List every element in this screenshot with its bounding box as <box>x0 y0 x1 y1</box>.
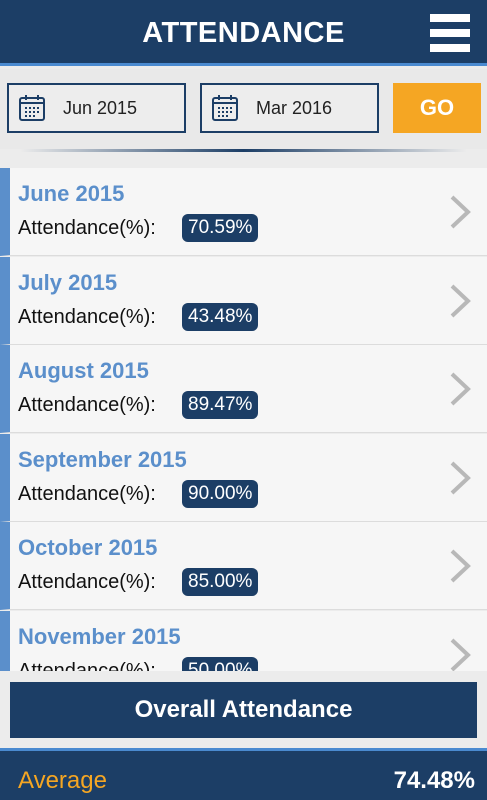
attendance-label: Attendance(%): <box>18 571 156 593</box>
attendance-label: Attendance(%): <box>18 483 156 505</box>
chevron-right-icon <box>450 461 471 495</box>
chevron-right-icon <box>450 372 471 406</box>
calendar-icon <box>212 95 238 121</box>
list-item[interactable]: September 2015 Attendance(%): 90.00% <box>0 434 487 522</box>
to-date-picker[interactable]: Mar 2016 <box>200 83 379 133</box>
attendance-list[interactable]: June 2015 Attendance(%): 70.59% July 201… <box>0 168 487 671</box>
month-label: October 2015 <box>18 535 158 560</box>
attendance-badge: 85.00% <box>182 568 259 596</box>
attendance-badge: 89.47% <box>182 391 259 419</box>
list-item[interactable]: June 2015 Attendance(%): 70.59% <box>0 168 487 256</box>
month-label: November 2015 <box>18 624 181 649</box>
attendance-badge: 43.48% <box>182 303 259 331</box>
app-header: ATTENDANCE <box>0 0 487 66</box>
attendance-label: Attendance(%): <box>18 217 156 239</box>
attendance-label: Attendance(%): <box>18 660 156 671</box>
average-value: 74.48% <box>393 767 475 794</box>
month-label: June 2015 <box>18 181 125 206</box>
average-footer: Average 74.48% <box>0 748 487 800</box>
list-item[interactable]: July 2015 Attendance(%): 43.48% <box>0 257 487 345</box>
divider <box>20 149 467 152</box>
list-item[interactable]: August 2015 Attendance(%): 89.47% <box>0 345 487 433</box>
attendance-label: Attendance(%): <box>18 394 156 416</box>
date-filter-bar: Jun 2015 Mar 2016 GO <box>0 69 487 149</box>
chevron-right-icon <box>450 638 471 671</box>
list-item[interactable]: November 2015 Attendance(%): 50.00% <box>0 611 487 671</box>
list-item[interactable]: October 2015 Attendance(%): 85.00% <box>0 522 487 610</box>
month-label: August 2015 <box>18 358 149 383</box>
page-title: ATTENDANCE <box>142 17 345 49</box>
attendance-label: Attendance(%): <box>18 306 156 328</box>
go-button[interactable]: GO <box>393 83 481 133</box>
chevron-right-icon <box>450 549 471 583</box>
chevron-right-icon <box>450 195 471 229</box>
to-date-value: Mar 2016 <box>256 98 333 118</box>
overall-attendance-button[interactable]: Overall Attendance <box>10 682 477 738</box>
from-date-picker[interactable]: Jun 2015 <box>7 83 186 133</box>
month-label: July 2015 <box>18 270 118 295</box>
chevron-right-icon <box>450 284 471 318</box>
from-date-value: Jun 2015 <box>63 98 138 118</box>
attendance-badge: 50.00% <box>182 657 259 671</box>
hamburger-menu-icon[interactable] <box>430 14 470 52</box>
average-label: Average <box>18 767 107 794</box>
calendar-icon <box>19 95 45 121</box>
attendance-badge: 90.00% <box>182 480 259 508</box>
attendance-badge: 70.59% <box>182 214 259 242</box>
month-label: September 2015 <box>18 447 187 472</box>
